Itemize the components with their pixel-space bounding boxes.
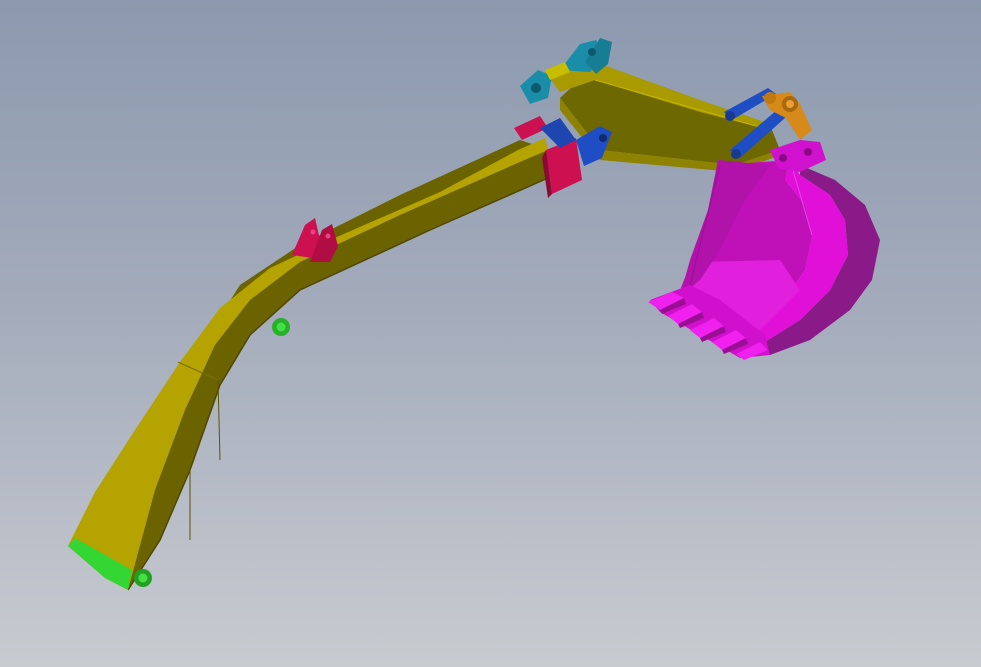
boom xyxy=(68,138,550,591)
boom-foot-pin-core xyxy=(138,573,148,583)
boom-cylinder-bracket xyxy=(292,218,338,262)
boom-mid-pin-core xyxy=(276,322,286,332)
bucket-mount-ears xyxy=(770,140,826,172)
excavator-arm-model xyxy=(68,38,880,591)
cad-viewport[interactable] xyxy=(0,0,981,667)
boom-seam xyxy=(217,379,221,461)
bucket xyxy=(648,140,880,360)
stick xyxy=(545,60,780,172)
